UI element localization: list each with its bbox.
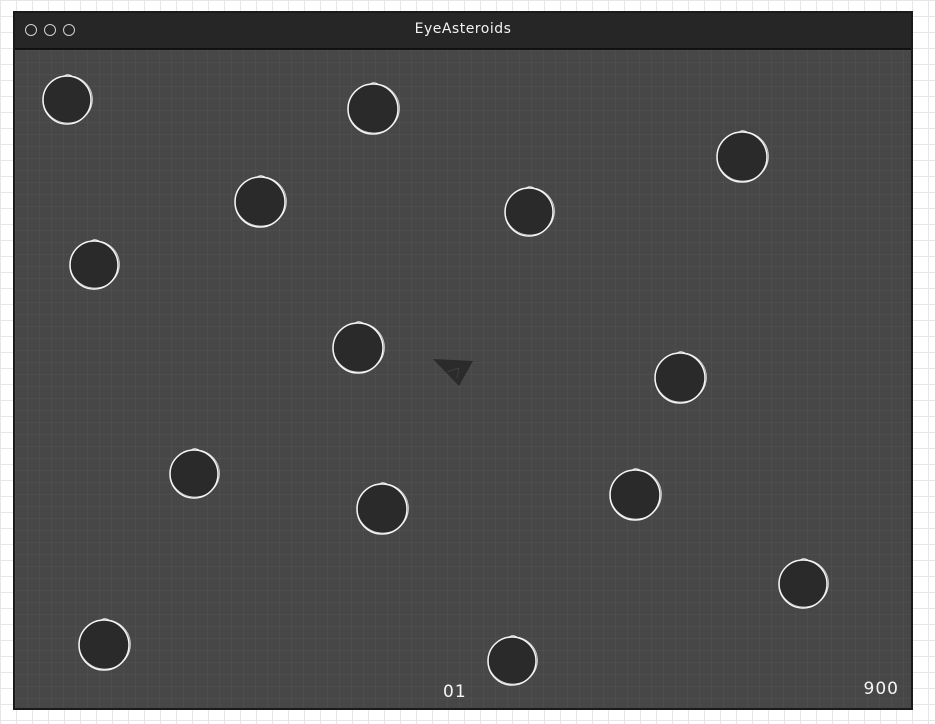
asteroid: [654, 351, 707, 404]
asteroid: [347, 82, 400, 135]
asteroid: [234, 175, 287, 228]
asteroid: [69, 239, 120, 290]
asteroid: [332, 321, 385, 374]
window-title: EyeAsteroids: [414, 21, 512, 37]
asteroid: [504, 186, 555, 237]
asteroid-layer: [42, 74, 829, 686]
asteroid: [716, 130, 769, 183]
title-bar: EyeAsteroids: [15, 13, 911, 50]
game-canvas[interactable]: [15, 50, 911, 708]
asteroid: [778, 558, 829, 609]
ship: [433, 359, 473, 386]
playfield[interactable]: 01 900: [15, 50, 911, 708]
asteroid: [42, 74, 93, 125]
arrowhead-ship-icon: [433, 359, 473, 386]
asteroid: [487, 635, 538, 686]
asteroid: [78, 618, 131, 671]
asteroid: [169, 448, 220, 499]
asteroid: [356, 482, 409, 535]
asteroid: [609, 468, 662, 521]
game-window: EyeAsteroids 01 900: [13, 11, 913, 710]
level-counter: 01: [443, 682, 467, 702]
score-counter: 900: [863, 679, 899, 699]
